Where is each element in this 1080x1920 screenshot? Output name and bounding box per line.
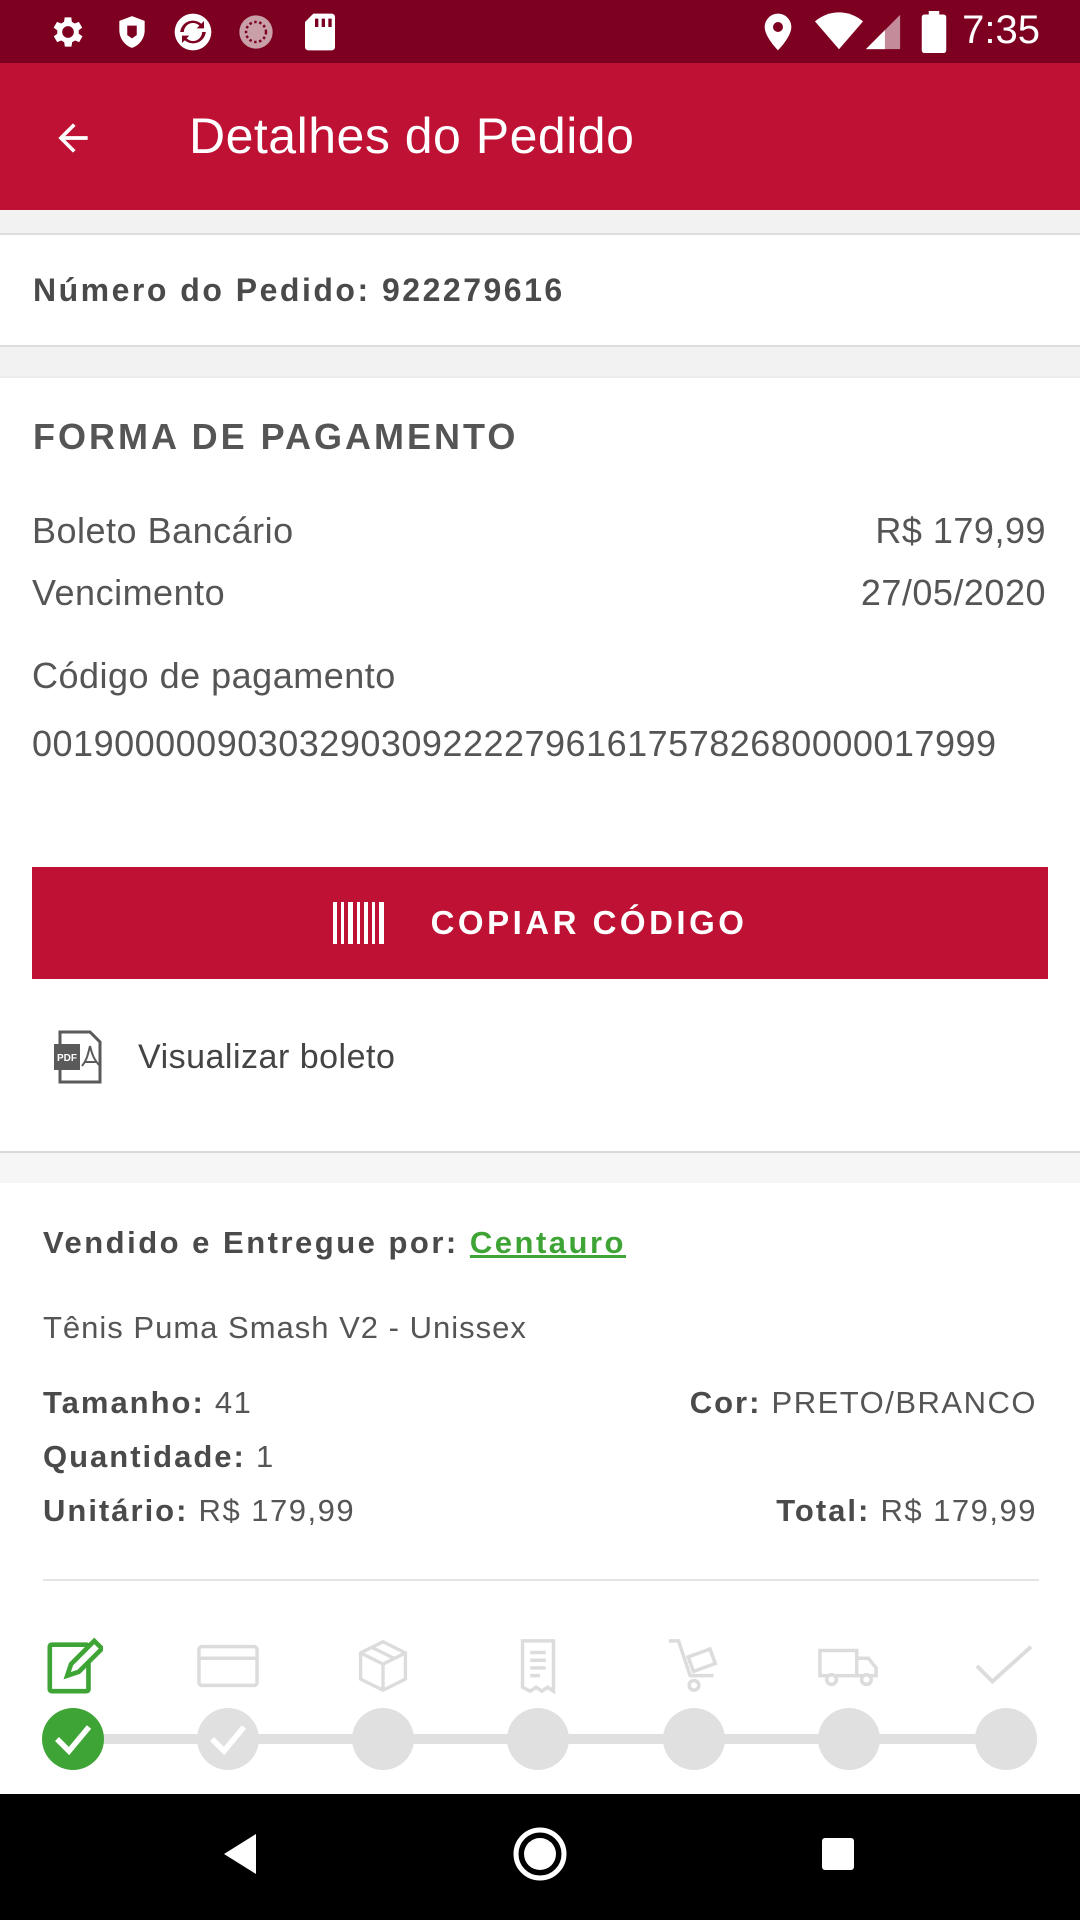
box-icon bbox=[351, 1636, 415, 1696]
tracking-step-dot-done bbox=[42, 1708, 104, 1770]
home-circle-icon bbox=[513, 1827, 567, 1881]
payment-section-title: FORMA DE PAGAMENTO bbox=[33, 416, 519, 457]
product-size: Tamanho: 41 bbox=[43, 1385, 252, 1421]
check-icon bbox=[55, 1725, 92, 1756]
location-icon bbox=[758, 12, 798, 52]
due-date-label: Vencimento bbox=[32, 572, 226, 613]
system-nav-bar bbox=[0, 1794, 1080, 1920]
divider bbox=[43, 1579, 1039, 1581]
order-number: Número do Pedido: 922279616 bbox=[33, 272, 565, 308]
section-gap bbox=[0, 347, 1080, 377]
barcode-icon bbox=[332, 902, 384, 944]
copy-code-button[interactable]: COPIAR CÓDIGO bbox=[32, 867, 1048, 979]
status-time: 7:35 bbox=[962, 8, 1040, 52]
tracking-step-dot bbox=[663, 1708, 725, 1770]
order-edit-icon bbox=[41, 1636, 105, 1696]
tracking-step-dot bbox=[352, 1708, 414, 1770]
circle-dots-icon bbox=[234, 12, 278, 52]
payment-code-label: Código de pagamento bbox=[32, 655, 396, 696]
shield-icon bbox=[110, 12, 154, 52]
nav-home-button[interactable] bbox=[500, 1814, 580, 1894]
recents-square-icon bbox=[822, 1838, 854, 1870]
sold-by-label: Vendido e Entregue por: bbox=[43, 1225, 470, 1260]
tracking-step-dot bbox=[818, 1708, 880, 1770]
arrow-left-icon bbox=[58, 123, 88, 153]
seller-link[interactable]: Centauro bbox=[470, 1225, 626, 1260]
invoice-icon bbox=[506, 1636, 570, 1696]
sd-card-icon bbox=[300, 12, 340, 52]
view-boleto-link[interactable]: Visualizar boleto bbox=[138, 1038, 395, 1077]
total-value: R$ 179,99 bbox=[870, 1493, 1037, 1528]
truck-icon bbox=[817, 1636, 881, 1696]
check-icon bbox=[210, 1725, 247, 1756]
unit-price-value: R$ 179,99 bbox=[188, 1493, 356, 1528]
back-triangle-icon bbox=[224, 1834, 256, 1874]
product-quantity: Quantidade: 1 bbox=[43, 1439, 275, 1475]
payment-method-label: Boleto Bancário bbox=[32, 510, 294, 551]
unit-price-label: Unitário: bbox=[43, 1493, 189, 1528]
sold-by-line: Vendido e Entregue por: Centauro bbox=[43, 1225, 626, 1261]
battery-icon bbox=[918, 11, 950, 53]
payment-amount: R$ 179,99 bbox=[875, 510, 1046, 551]
tracking-step-dot bbox=[507, 1708, 569, 1770]
size-label: Tamanho: bbox=[43, 1385, 205, 1420]
check-icon bbox=[972, 1636, 1036, 1696]
color-value: PRETO/BRANCO bbox=[761, 1385, 1037, 1420]
sync-icon bbox=[170, 12, 216, 52]
quantity-value: 1 bbox=[245, 1439, 275, 1474]
size-value: 41 bbox=[204, 1385, 253, 1420]
section-gap bbox=[0, 1153, 1080, 1183]
cart-icon bbox=[662, 1636, 726, 1696]
back-button[interactable] bbox=[38, 103, 108, 173]
copy-code-label: COPIAR CÓDIGO bbox=[430, 904, 748, 941]
nav-recents-button[interactable] bbox=[798, 1814, 878, 1894]
total-label: Total: bbox=[776, 1493, 871, 1528]
card-icon bbox=[196, 1636, 260, 1696]
product-total: Total: R$ 179,99 bbox=[776, 1493, 1037, 1529]
payment-code-value[interactable]: 0019000009030329030922227961617578268000… bbox=[32, 722, 1052, 766]
due-date-value: 27/05/2020 bbox=[860, 572, 1046, 613]
product-name: Tênis Puma Smash V2 - Unissex bbox=[43, 1310, 527, 1345]
settings-icon bbox=[46, 12, 90, 52]
pdf-icon[interactable]: PDF bbox=[52, 1030, 106, 1084]
color-label: Cor: bbox=[689, 1385, 762, 1420]
signal-icon bbox=[862, 12, 904, 52]
screen: 7:35 Detalhes do Pedido Número do Pedido… bbox=[0, 0, 1080, 1920]
page-title: Detalhes do Pedido bbox=[189, 108, 635, 164]
nav-back-button[interactable] bbox=[200, 1814, 280, 1894]
tracking-step-dot bbox=[975, 1708, 1037, 1770]
divider bbox=[0, 233, 1080, 235]
product-unit-price: Unitário: R$ 179,99 bbox=[43, 1493, 355, 1529]
quantity-label: Quantidade: bbox=[43, 1439, 246, 1474]
tracking-step-dot bbox=[197, 1708, 259, 1770]
product-color: Cor: PRETO/BRANCO bbox=[690, 1385, 1037, 1421]
svg-text:PDF: PDF bbox=[57, 1053, 77, 1064]
app-bar: Detalhes do Pedido bbox=[0, 63, 1080, 210]
status-bar: 7:35 bbox=[0, 0, 1080, 63]
divider bbox=[0, 376, 1080, 378]
section-gap bbox=[0, 210, 1080, 234]
wifi-icon bbox=[812, 12, 866, 52]
